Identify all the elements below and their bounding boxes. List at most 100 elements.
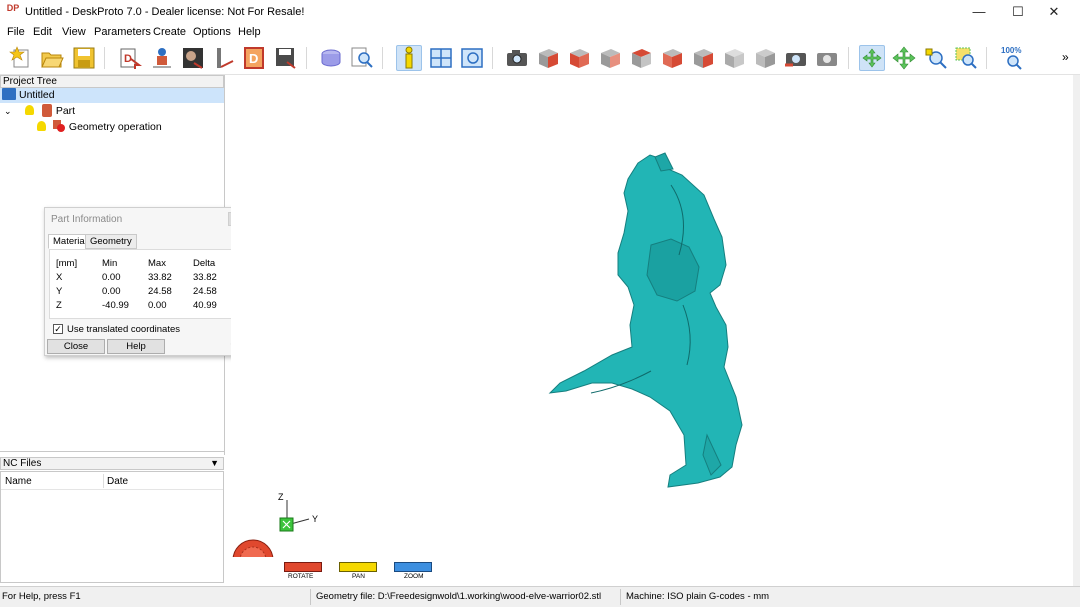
bulb-icon[interactable] [37,121,46,131]
view-bottom-icon[interactable] [690,45,716,71]
menu-edit[interactable]: Edit [33,26,52,38]
zoom-control[interactable] [394,562,432,572]
view-top-icon[interactable] [659,45,685,71]
dialog-title: Part Information [51,214,123,225]
open-icon[interactable] [39,45,65,71]
main-toolbar: D D 100% » [0,41,1080,75]
row-x-min: 0.00 [102,272,121,283]
menu-parameters[interactable]: Parameters [94,26,151,38]
part-icon [41,104,52,117]
nc-files-list: Name Date [0,471,224,583]
rotate-control-label: ROTATE [288,573,314,580]
layout-icon[interactable] [428,45,454,71]
close-dialog-button[interactable]: Close [47,339,105,354]
camera-icon[interactable] [504,45,530,71]
minimize-button[interactable]: — [962,2,996,22]
menu-options[interactable]: Options [193,26,231,38]
window-title: Untitled - DeskProto 7.0 - Dealer licens… [25,6,305,18]
tree-item-part[interactable]: ⌄ Part [0,104,75,119]
nc-files-title: NC Files [3,458,42,469]
status-geometry-file: Geometry file: D:\Freedesignwold\1.worki… [316,591,602,602]
save-icon[interactable] [71,45,97,71]
view-window-icon[interactable] [459,45,485,71]
view-left-icon[interactable] [628,45,654,71]
translated-coordinates-label: Use translated coordinates [67,324,181,335]
snapshot-icon[interactable] [783,45,809,71]
import-part-icon[interactable] [149,45,175,71]
axis-z-label: Z [278,492,284,502]
row-y-axis: Y [56,286,63,297]
menu-create[interactable]: Create [153,26,186,38]
tree-item-untitled[interactable]: Untitled [0,88,224,103]
menu-bar: File Edit View Parameters Create Options… [0,25,1080,41]
bulb-icon[interactable] [24,105,34,115]
chevron-down-icon[interactable]: ⌄ [4,104,14,119]
pan-mode-icon[interactable] [891,45,917,71]
zoom-100-label: 100% [1001,46,1021,55]
view-iso-icon[interactable] [721,45,747,71]
row-z-max: 0.00 [148,300,167,311]
operation-error-icon [52,120,65,132]
tree-item-geometry-operation[interactable]: Geometry operation [0,120,162,135]
cylinder-view-icon[interactable] [318,45,344,71]
col-max: Max [148,258,166,269]
view-right-icon[interactable] [566,45,592,71]
part-information-dialog: Part Information Material Geometry [mm] … [44,207,245,356]
new-project-icon[interactable] [8,45,34,71]
menu-file[interactable]: File [7,26,25,38]
row-z-min: -40.99 [102,300,129,311]
col-delta: Delta [193,258,216,269]
axis-y-label: Y [312,514,318,524]
project-icon [2,88,16,100]
view-back-icon[interactable] [597,45,623,71]
import-geometry-icon[interactable]: D [117,45,143,71]
zoom-window-icon[interactable] [953,45,979,71]
status-machine: Machine: ISO plain G-codes - mm [626,591,770,602]
title-bar: DP Untitled - DeskProto 7.0 - Dealer lic… [0,0,1080,25]
svg-text:D: D [124,53,132,65]
nc-col-name[interactable]: Name [5,476,32,487]
axis-gizmo: Z Y [278,492,318,532]
zoom-in-icon[interactable] [922,45,948,71]
row-x-axis: X [56,272,63,283]
search-icon[interactable] [349,45,375,71]
row-y-min: 0.00 [102,286,121,297]
vertical-scrollbar[interactable] [1073,75,1080,586]
save-geometry-icon[interactable] [273,45,299,71]
row-z-delta: 40.99 [193,300,217,311]
zoom-100-icon[interactable]: 100% [999,45,1029,71]
panel-divider [0,451,224,452]
translated-coordinates-checkbox[interactable]: ✓ [53,324,63,334]
menu-view[interactable]: View [62,26,86,38]
row-y-max: 24.58 [148,286,172,297]
rotate-mode-icon[interactable] [859,45,885,71]
pan-control[interactable] [339,562,377,572]
close-button[interactable]: ✕ [1037,2,1071,22]
zoom-control-label: ZOOM [404,573,424,580]
help-button[interactable]: Help [107,339,165,354]
info-icon[interactable] [396,45,422,71]
maximize-button[interactable]: ☐ [1001,2,1035,22]
view-front-icon[interactable] [535,45,561,71]
view-iso2-icon[interactable] [752,45,778,71]
snapshot2-icon[interactable] [814,45,840,71]
row-z-axis: Z [56,300,62,311]
pan-control-label: PAN [352,573,365,580]
rotate-control[interactable] [284,562,322,572]
status-help: For Help, press F1 [2,591,81,602]
import-vector-icon[interactable] [211,45,237,71]
3d-viewport[interactable]: Z Y [231,75,1073,586]
tab-geometry[interactable]: Geometry [85,234,137,249]
nc-col-date[interactable]: Date [107,476,128,487]
toolbar-overflow-button[interactable]: » [1062,50,1069,64]
menu-help[interactable]: Help [238,26,261,38]
col-min: Min [102,258,118,269]
row-x-delta: 33.82 [193,272,217,283]
chevron-down-icon[interactable]: ▼ [210,458,219,469]
unit-label: [mm] [56,258,78,269]
project-tree-header: Project Tree [0,75,224,88]
tree-label-untitled: Untitled [19,89,55,101]
dxf-icon[interactable]: D [242,45,268,71]
import-bitmap-icon[interactable] [180,45,206,71]
3d-model[interactable] [548,152,743,488]
